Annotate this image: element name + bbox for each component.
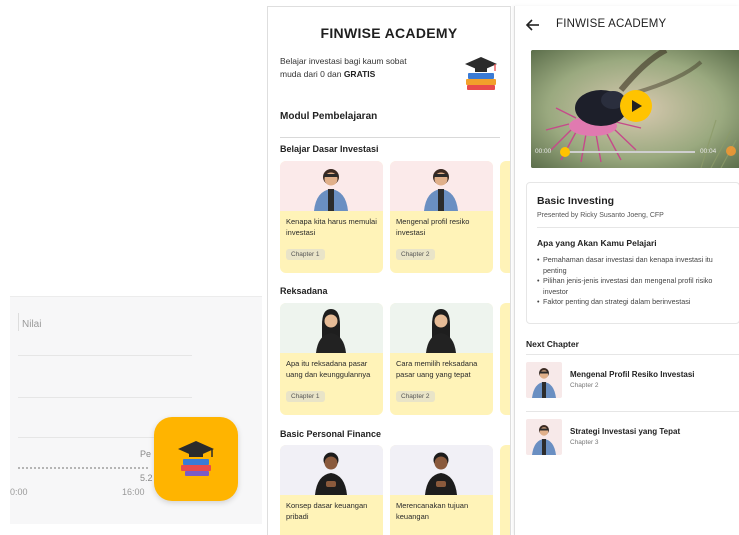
- presenter-avatar: [316, 309, 346, 353]
- card-thumbnail: [390, 303, 493, 353]
- card-thumbnail: [280, 303, 383, 353]
- divider: [280, 137, 500, 138]
- books-illustration: [464, 55, 498, 96]
- chart-side-text: Pe: [140, 449, 152, 459]
- presenter-avatar: [532, 368, 556, 398]
- video-player[interactable]: 00:00 00:04: [531, 50, 739, 168]
- card-title: Mengenal profil resiko investasi: [396, 217, 470, 237]
- next-chapter-title: Strategi Investasi yang Tepat: [570, 427, 681, 436]
- learn-item: Pilihan jenis-jenis investasi dan mengen…: [537, 276, 737, 297]
- chapter-badge: Chapter 2: [396, 391, 435, 402]
- video-current-time: 00:00: [535, 148, 552, 155]
- learn-list: Pemahaman dasar investasi dan kenapa inv…: [537, 255, 737, 308]
- play-icon: [632, 100, 642, 112]
- card-peek: [500, 445, 510, 535]
- module-card[interactable]: Kenapa kita harus memulai investasi Chap…: [280, 161, 383, 273]
- chart-label: Nilai: [22, 319, 42, 330]
- chart-tick-label: 0:00: [10, 487, 28, 497]
- learn-item: Faktor penting dan strategi dalam berinv…: [537, 297, 737, 308]
- card-thumbnail: [390, 161, 493, 211]
- chart-tick-label: 16:00: [122, 487, 145, 497]
- learn-item: Pemahaman dasar investasi dan kenapa inv…: [537, 255, 737, 276]
- course-info-card: Basic Investing Presented by Ricky Susan…: [526, 182, 739, 324]
- chart-grid-line: [18, 355, 192, 356]
- card-title: Konsep dasar keuangan pribadi: [286, 501, 368, 521]
- seek-handle[interactable]: [560, 147, 570, 157]
- presenter-avatar: [532, 425, 556, 455]
- next-chapter-heading: Next Chapter: [526, 339, 579, 349]
- card-thumbnail: [280, 445, 383, 495]
- card-peek: [500, 303, 510, 415]
- chapter-badge: Chapter 2: [396, 249, 435, 260]
- module-card[interactable]: Cara memilih reksadana pasar uang yang t…: [390, 303, 493, 415]
- next-chapter-item[interactable]: Strategi Investasi yang Tepat Chapter 3: [526, 419, 739, 463]
- module-heading: Modul Pembelajaran: [280, 111, 378, 122]
- chart-dotted-line: [18, 467, 148, 469]
- next-chapter-number: Chapter 3: [570, 439, 599, 446]
- page-title: FINWISE ACADEMY: [320, 25, 458, 41]
- card-thumbnail: [280, 161, 383, 211]
- chapter-badge: Chapter 1: [286, 391, 325, 402]
- module-card[interactable]: Mengenal profil resiko investasi Chapter…: [390, 161, 493, 273]
- intro-bold: GRATIS: [343, 68, 376, 79]
- category-title: Reksadana: [280, 286, 328, 296]
- course-detail-screen: FINWISE ACADEMY 00:00 00:04 Basic Invest…: [514, 6, 739, 535]
- module-card[interactable]: Apa itu reksadana pasar uang dan keunggu…: [280, 303, 383, 415]
- card-title: Apa itu reksadana pasar uang dan keunggu…: [286, 359, 371, 379]
- chart-axis-line: [18, 313, 19, 331]
- app-launcher-icon[interactable]: [154, 417, 238, 501]
- card-title: Kenapa kita harus memulai investasi: [286, 217, 377, 237]
- intro-text: Belajar investasi bagi kaum sobat muda d…: [280, 55, 410, 80]
- course-title: Basic Investing: [537, 195, 615, 207]
- card-thumbnail: [390, 445, 493, 495]
- next-chapter-item[interactable]: Mengenal Profil Resiko Investasi Chapter…: [526, 362, 739, 406]
- chapter-thumbnail: [526, 362, 562, 398]
- presenter-avatar: [315, 452, 347, 495]
- presenter-avatar: [424, 169, 458, 211]
- next-chapter-title: Mengenal Profil Resiko Investasi: [570, 370, 695, 379]
- background-window: Nilai Pe 5.2 0:00 16:00: [0, 0, 262, 535]
- divider: [526, 411, 739, 412]
- learn-heading: Apa yang Akan Kamu Pelajari: [537, 238, 657, 248]
- chart-grid-line: [18, 397, 192, 398]
- card-title: Merencanakan tujuan keuangan: [396, 501, 469, 521]
- course-presenter: Presented by Ricky Susanto Joeng, CFP: [537, 212, 664, 219]
- presenter-avatar: [425, 452, 457, 495]
- category-title: Basic Personal Finance: [280, 429, 382, 439]
- play-button[interactable]: [620, 90, 652, 122]
- module-card[interactable]: Konsep dasar keuangan pribadi: [280, 445, 383, 535]
- video-seek-bar[interactable]: [560, 147, 695, 157]
- fullscreen-icon[interactable]: [726, 146, 736, 156]
- graduation-books-icon: [178, 441, 214, 476]
- chart-side-text: 5.2: [140, 473, 153, 483]
- page-title: FINWISE ACADEMY: [556, 18, 667, 30]
- back-arrow-icon[interactable]: [525, 18, 541, 32]
- next-chapter-number: Chapter 2: [570, 382, 599, 389]
- divider: [526, 354, 739, 355]
- category-title: Belajar Dasar Investasi: [280, 144, 379, 154]
- presenter-avatar: [314, 169, 348, 211]
- video-total-time: 00:04: [700, 148, 717, 155]
- divider: [537, 227, 739, 228]
- module-card[interactable]: Merencanakan tujuan keuangan: [390, 445, 493, 535]
- card-peek: [500, 161, 510, 273]
- chapter-badge: Chapter 1: [286, 249, 325, 260]
- home-screen: FINWISE ACADEMY Belajar investasi bagi k…: [267, 6, 511, 535]
- chapter-thumbnail: [526, 419, 562, 455]
- presenter-avatar: [426, 309, 456, 353]
- graduation-books-icon: [465, 57, 497, 90]
- card-title: Cara memilih reksadana pasar uang yang t…: [396, 359, 478, 379]
